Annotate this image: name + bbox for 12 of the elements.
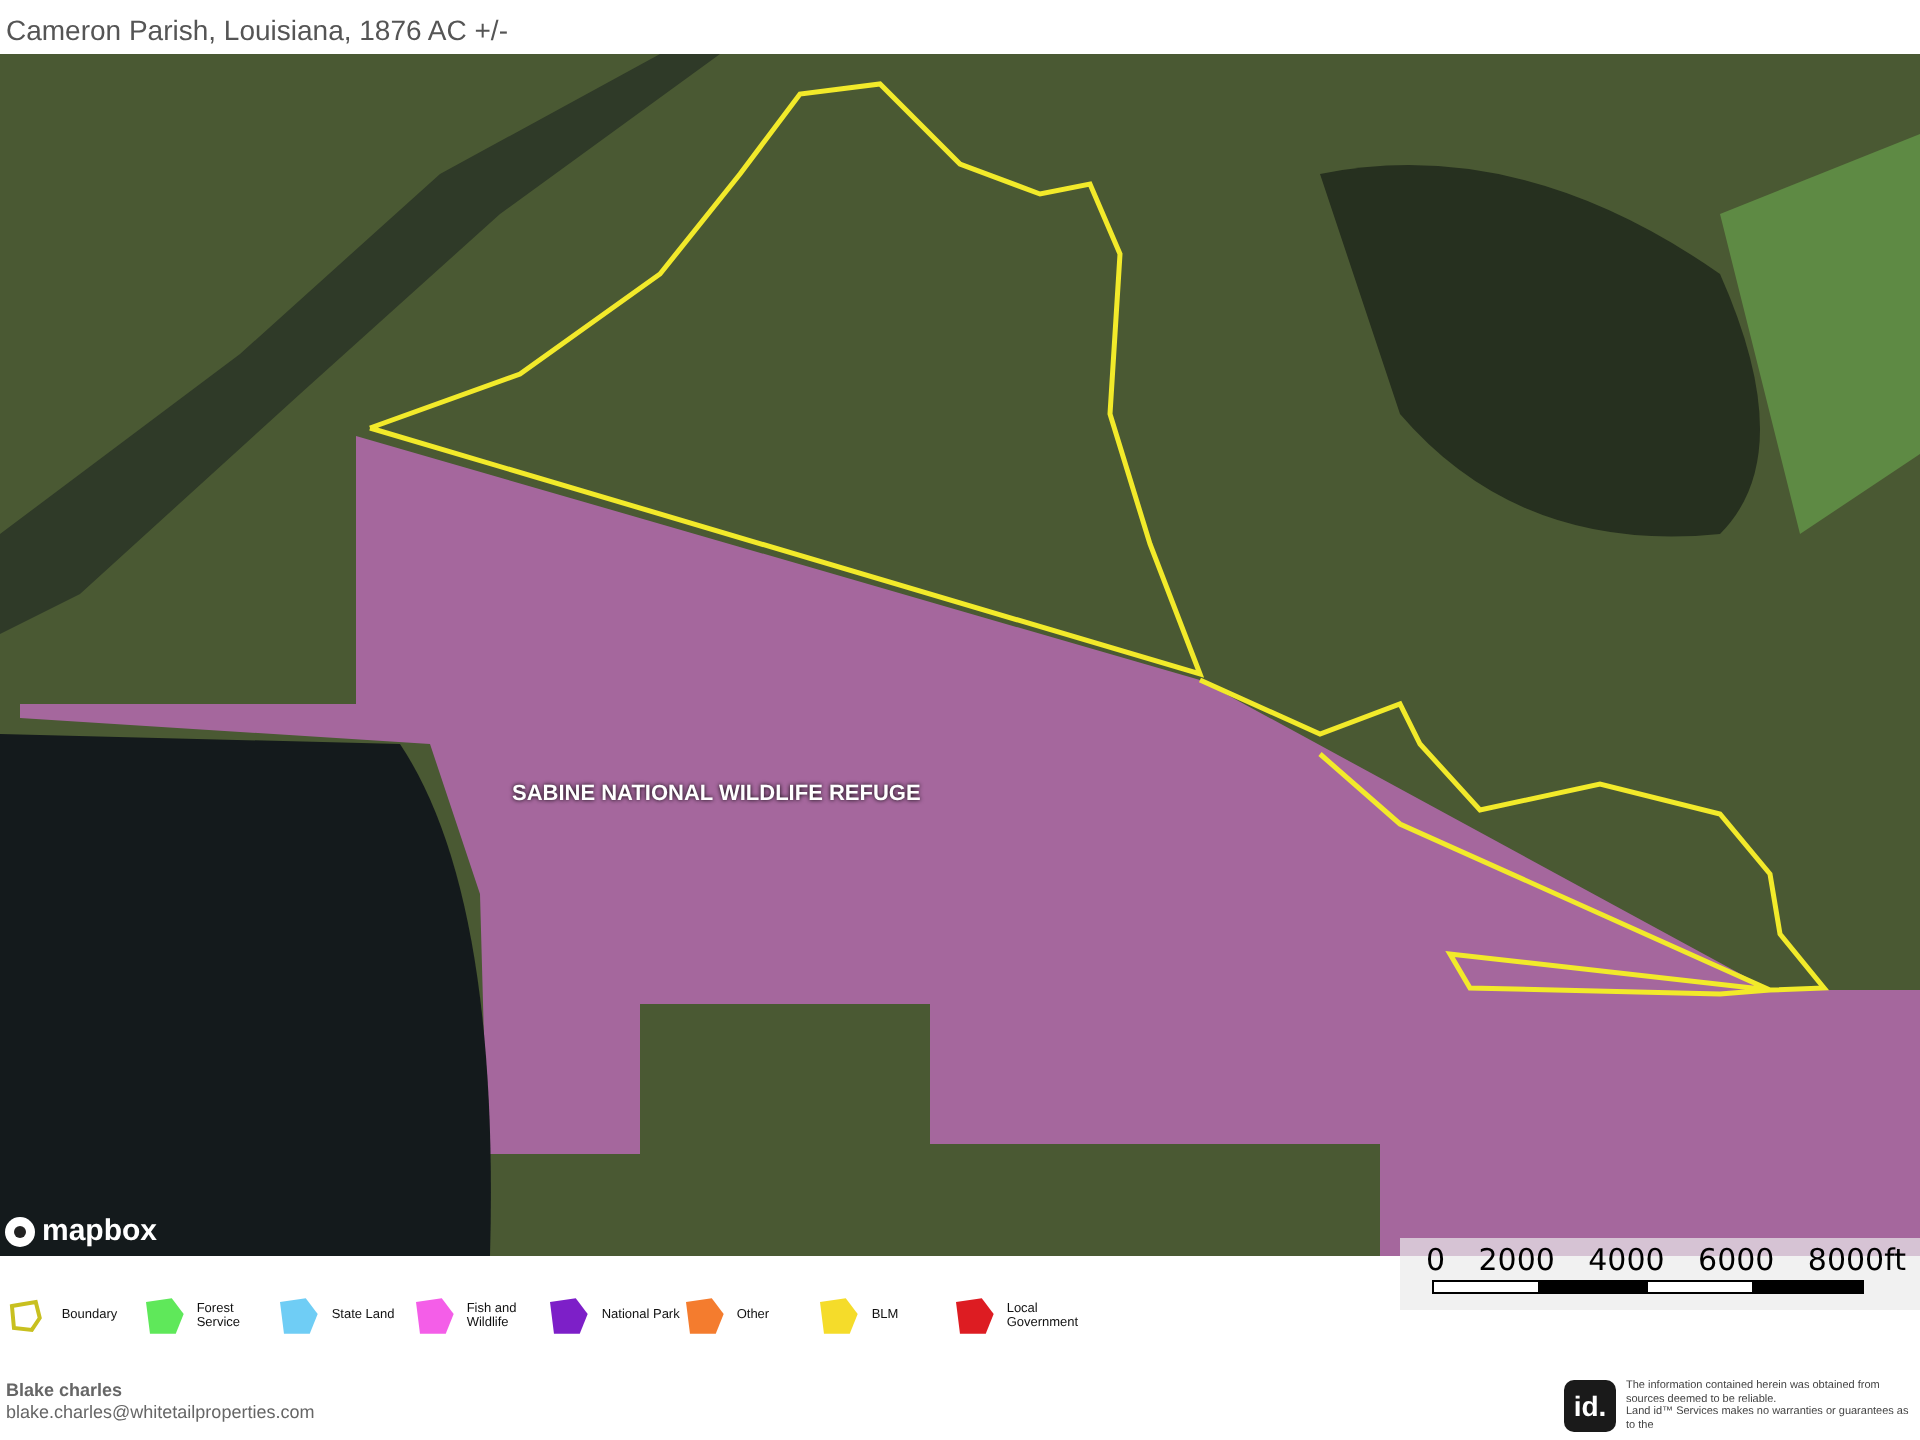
scale-label: 0 xyxy=(1426,1244,1446,1276)
agent-email: blake.charles@whitetailproperties.com xyxy=(6,1402,315,1424)
scale-label: 4000 xyxy=(1588,1244,1665,1276)
scale-label: 8000ft xyxy=(1807,1244,1906,1276)
refuge-label: SABINE NATIONAL WILDLIFE REFUGE xyxy=(512,780,921,810)
property-subtitle: Cameron Parish, Louisiana, 1876 AC +/- xyxy=(6,12,508,48)
agent-name: Blake charles xyxy=(6,1380,125,1402)
scale-label: 6000 xyxy=(1698,1244,1775,1276)
scale-label: 2000 xyxy=(1478,1244,1555,1276)
company-logo: id. xyxy=(1564,1380,1616,1432)
map-attribution: mapbox xyxy=(42,1216,158,1248)
map-pin-logo-icon xyxy=(4,1216,36,1248)
